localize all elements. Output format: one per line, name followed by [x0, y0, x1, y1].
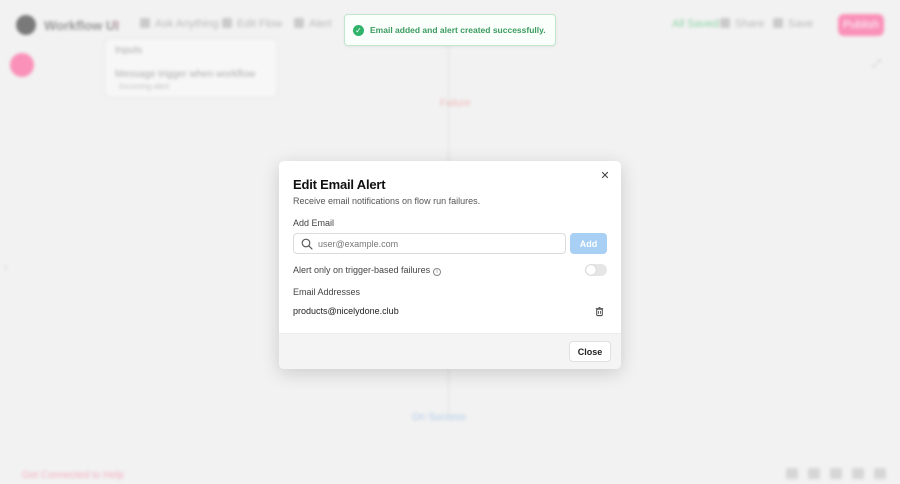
add-email-button[interactable]: Add [570, 233, 607, 254]
close-button[interactable]: Close [569, 341, 611, 362]
add-email-label: Add Email [293, 218, 335, 228]
dialog-footer: Close [279, 333, 621, 369]
success-toast: ✓ Email added and alert created successf… [344, 14, 556, 46]
trash-icon[interactable] [594, 306, 605, 317]
dialog-title: Edit Email Alert [293, 177, 386, 192]
email-addresses-label: Email Addresses [293, 287, 361, 297]
toast-message: Email added and alert created successful… [370, 25, 546, 35]
close-icon[interactable]: ✕ [599, 170, 611, 182]
email-input[interactable] [318, 235, 558, 252]
email-address: products@nicelydone.club [293, 306, 399, 316]
dialog-description: Receive email notifications on flow run … [293, 196, 481, 206]
trigger-failures-label: Alert only on trigger-based failures i [293, 265, 442, 276]
trigger-failures-toggle[interactable] [585, 264, 607, 276]
email-input-container [293, 233, 566, 254]
check-circle-icon: ✓ [353, 24, 364, 36]
toggle-knob [586, 265, 596, 275]
edit-email-alert-dialog: ✕ Edit Email Alert Receive email notific… [279, 161, 621, 369]
info-icon[interactable]: i [433, 268, 442, 276]
search-icon [301, 238, 313, 250]
list-item: products@nicelydone.club [293, 305, 607, 319]
